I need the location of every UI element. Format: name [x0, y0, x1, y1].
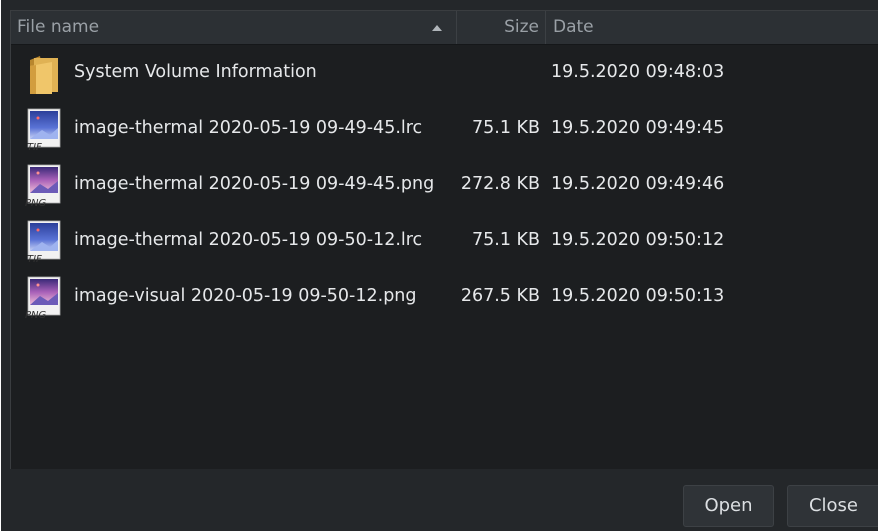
file-size: 75.1 KB — [471, 118, 540, 138]
file-date: 19.5.2020 09:50:13 — [551, 286, 725, 306]
open-button[interactable]: Open — [683, 485, 774, 527]
column-header-date[interactable]: Date — [546, 11, 878, 44]
file-size: 272.8 KB — [460, 174, 540, 194]
file-name: image-thermal 2020-05-19 09-49-45.png — [74, 174, 435, 194]
file-date: 19.5.2020 09:50:12 — [551, 230, 725, 250]
file-row[interactable]: TIF image-thermal 2020-05-19 09-50-12.lr… — [11, 212, 878, 268]
file-name: image-thermal 2020-05-19 09-50-12.lrc — [74, 230, 423, 250]
file-row[interactable]: PNG image-thermal 2020-05-19 09-49-45.pn… — [11, 156, 878, 212]
tif-file-icon: TIF — [27, 220, 61, 264]
svg-text:TIF: TIF — [27, 254, 42, 264]
file-size — [457, 44, 540, 100]
file-name: image-thermal 2020-05-19 09-49-45.lrc — [74, 118, 423, 138]
file-name: System Volume Information — [74, 62, 317, 82]
file-size: 75.1 KB — [471, 230, 540, 250]
column-header-size[interactable]: Size — [457, 11, 546, 44]
column-header-file-name[interactable]: File name — [11, 11, 457, 44]
tif-file-icon: TIF — [27, 108, 61, 152]
file-row[interactable]: PNG image-visual 2020-05-19 09-50-12.png… — [11, 268, 878, 324]
svg-text:TIF: TIF — [27, 142, 42, 152]
file-date: 19.5.2020 09:49:45 — [551, 118, 725, 138]
file-size: 267.5 KB — [460, 286, 540, 306]
svg-text:PNG: PNG — [25, 198, 47, 208]
file-row-system-volume-information[interactable]: System Volume Information 19.5.2020 09:4… — [11, 44, 878, 100]
file-list[interactable]: File name Size Date System Volume Inform… — [10, 10, 878, 469]
svg-text:PNG: PNG — [25, 310, 47, 320]
close-button[interactable]: Close — [787, 485, 878, 527]
file-date: 19.5.2020 09:48:03 — [551, 62, 725, 82]
file-date: 19.5.2020 09:49:46 — [551, 174, 725, 194]
folder-icon — [30, 56, 58, 94]
file-list-header: File name Size Date — [11, 11, 878, 45]
file-open-dialog: File name Size Date System Volume Inform… — [0, 0, 878, 531]
file-row[interactable]: TIF image-thermal 2020-05-19 09-49-45.lr… — [11, 100, 878, 156]
file-name: image-visual 2020-05-19 09-50-12.png — [74, 286, 417, 306]
png-file-icon: PNG — [25, 164, 61, 208]
sort-ascending-icon — [432, 25, 442, 31]
png-file-icon: PNG — [25, 276, 61, 320]
